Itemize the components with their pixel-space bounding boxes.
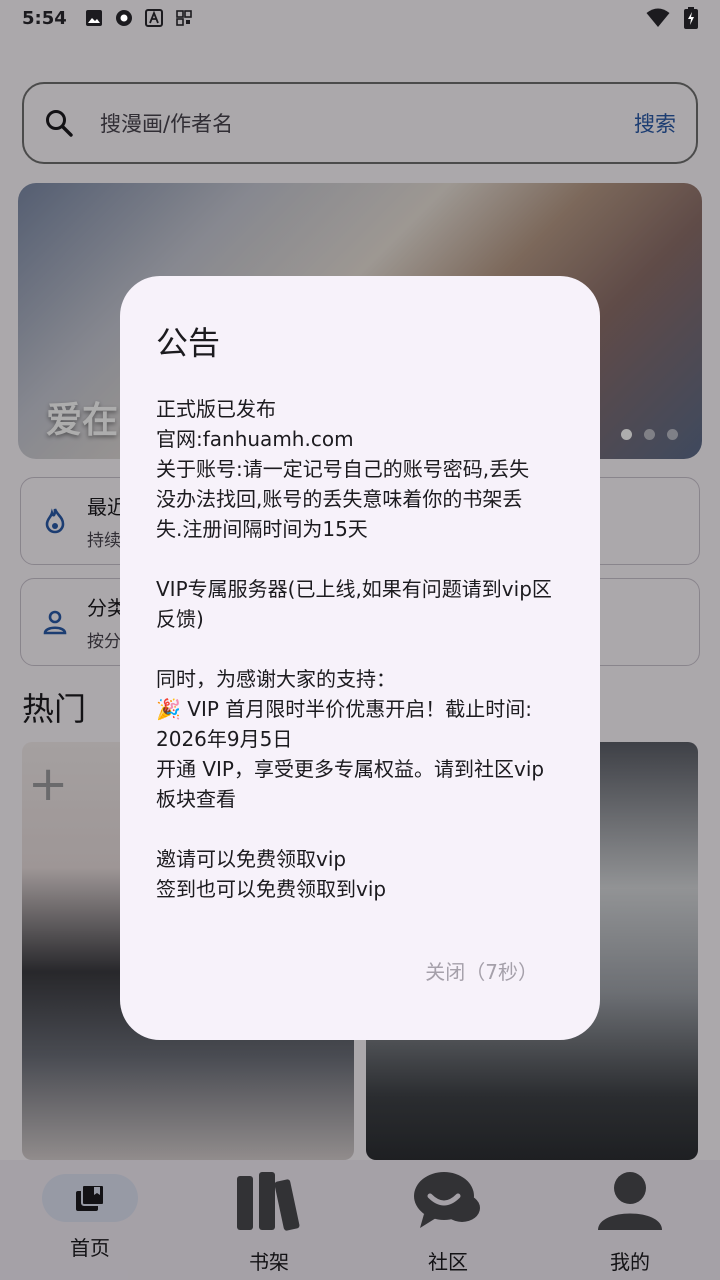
announcement-line: 没办法找回,账号的丢失意味着你的书架丢: [156, 487, 523, 511]
announcement-line: 板块查看: [156, 787, 236, 811]
announcement-line: 邀请可以免费领取vip: [156, 847, 347, 871]
announcement-line: 开通 VIP，享受更多专属权益。请到社区vip: [156, 757, 545, 781]
grid-notification-icon: [175, 10, 192, 26]
announcement-line: 🎉 VIP 首月限时半价优惠开启！截止时间:: [156, 697, 532, 721]
announcement-line: 官网:fanhuamh.com: [156, 427, 354, 451]
announcement-line: 正式版已发布: [156, 397, 276, 421]
announcement-line: 失.注册间隔时间为15天: [156, 517, 368, 541]
aperture-notification-icon: [115, 10, 132, 26]
wifi-icon: [646, 8, 670, 27]
announcement-line: VIP专属服务器(已上线,如果有问题请到vip区: [156, 577, 552, 601]
announcement-line: 关于账号:请一定记号自己的账号密码,丢失: [156, 457, 530, 481]
announcement-line: 签到也可以免费领取到vip: [156, 877, 387, 901]
status-bar: 5:54: [0, 0, 720, 36]
status-time: 5:54: [22, 7, 67, 29]
battery-icon: [684, 7, 698, 29]
gallery-notification-icon: [85, 10, 102, 26]
font-notification-icon: [144, 9, 163, 27]
announcement-line: 2026年9月5日: [156, 727, 293, 751]
dialog-body: 正式版已发布官网:fanhuamh.com 关于账号:请一定记号自己的账号密码,丢…: [156, 394, 564, 904]
dialog-title: 公告: [156, 324, 221, 362]
announcement-dialog: 公告 正式版已发布官网:fanhuamh.com 关于账号:请一定记号自己的账号密…: [120, 276, 600, 1040]
close-button[interactable]: 关闭（7秒）: [425, 956, 538, 985]
announcement-line: 同时，为感谢大家的支持：: [156, 667, 396, 691]
announcement-line: 反馈): [156, 607, 204, 631]
